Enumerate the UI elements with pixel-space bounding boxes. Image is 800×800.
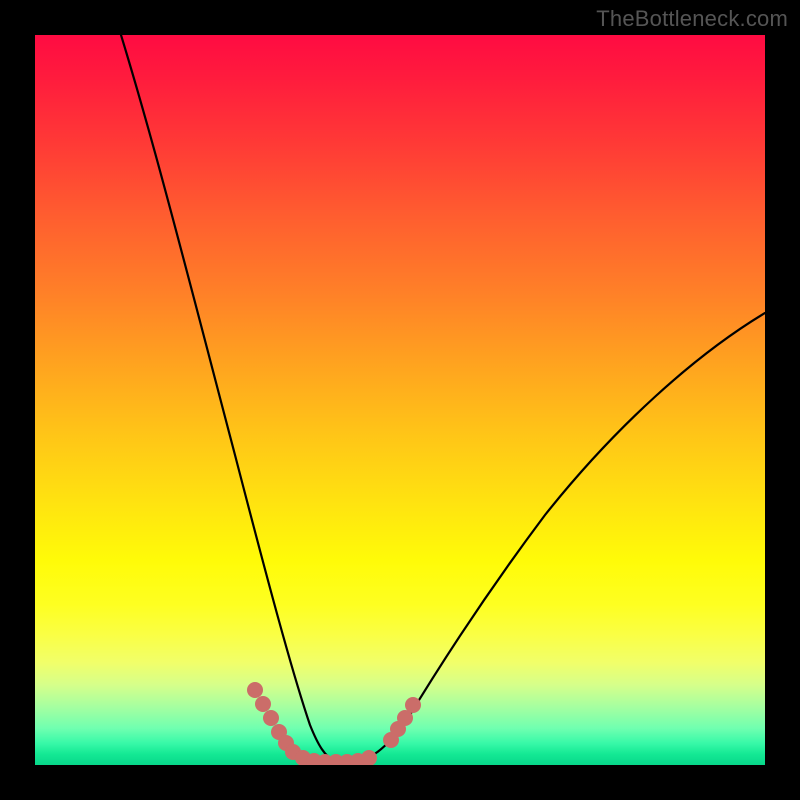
marker-dot: [405, 697, 421, 713]
marker-dot: [255, 696, 271, 712]
marker-cluster-bottom: [295, 750, 377, 765]
marker-dot: [247, 682, 263, 698]
chart-stage: TheBottleneck.com: [0, 0, 800, 800]
plot-area: [35, 35, 765, 765]
marker-cluster-left: [247, 682, 301, 760]
curve-layer: [35, 35, 765, 765]
watermark-text: TheBottleneck.com: [596, 6, 788, 32]
bottleneck-curve: [102, 35, 765, 762]
marker-dot: [263, 710, 279, 726]
marker-cluster-right: [383, 697, 421, 748]
marker-dot: [361, 750, 377, 765]
